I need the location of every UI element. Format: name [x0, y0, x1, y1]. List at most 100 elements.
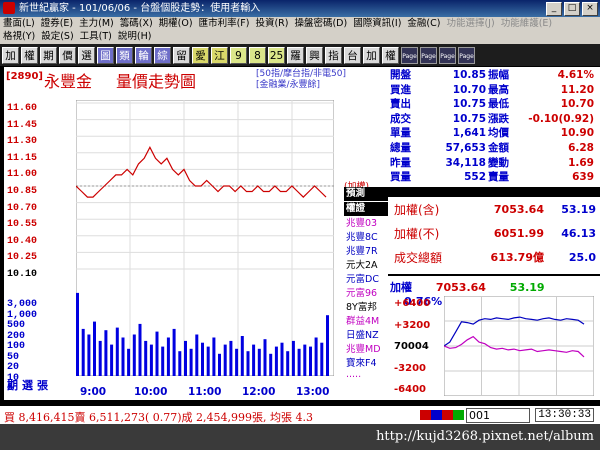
mini-tick: +6400: [394, 298, 431, 309]
broker-item[interactable]: 兆豐7R: [344, 245, 388, 259]
price-tick: 10.25: [7, 252, 38, 264]
page-icon-4[interactable]: Page: [458, 46, 475, 64]
page-icon-2[interactable]: Page: [420, 46, 437, 64]
volume-bar: [257, 348, 261, 376]
price-tick: 11.45: [7, 119, 38, 131]
toolbar-button[interactable]: 江: [211, 46, 228, 64]
page-icon-3[interactable]: Page: [439, 46, 456, 64]
toolbar-button[interactable]: 輪: [135, 46, 152, 64]
maximize-button[interactable]: □: [564, 2, 580, 16]
mini-label: 加權: [390, 281, 412, 294]
broker-item[interactable]: 元富DC: [344, 273, 388, 287]
quote-l1: 買量: [390, 171, 411, 184]
quote-v2: 639: [572, 171, 594, 184]
toolbar: 加權期價選圖類輪綜留愛江 9 8 25 羅興指台加權 Page Page Page Page: [0, 44, 600, 66]
toolbar-button[interactable]: 加: [363, 46, 380, 64]
volume-bar: [132, 334, 136, 376]
menu-item[interactable]: 金融(C): [404, 17, 443, 30]
menu-item[interactable]: 格視(Y): [0, 30, 38, 43]
broker-item[interactable]: 群益4M: [344, 315, 388, 329]
broker-item[interactable]: ·····: [344, 371, 388, 385]
price-tick: 10.10: [7, 269, 38, 280]
index-link[interactable]: [50指/摩台指/非電50]: [256, 69, 346, 80]
toolbar-button[interactable]: 加: [2, 46, 19, 64]
volume-bar: [110, 344, 114, 376]
broker-item[interactable]: 8Y富邦: [344, 301, 388, 315]
menu-item[interactable]: 匯市利率(F): [196, 17, 253, 30]
menu-item[interactable]: 說明(H): [115, 30, 155, 43]
toolbar-button[interactable]: 綜: [154, 46, 171, 64]
quote-v2: 10.90: [560, 127, 594, 140]
volume-bar: [297, 348, 301, 376]
toolbar-button[interactable]: 9: [230, 46, 247, 64]
menu-item[interactable]: 期權(O): [156, 17, 196, 30]
time-tick: 9:00: [80, 386, 107, 398]
toolbar-button[interactable]: 25: [268, 46, 285, 64]
index-v2: 53.19: [561, 203, 596, 216]
index-v2: 46.13: [561, 227, 596, 240]
toolbar-button[interactable]: 留: [173, 46, 190, 64]
menu-item[interactable]: 工具(T): [77, 30, 115, 43]
menu-item[interactable]: 投資(R): [252, 17, 291, 30]
broker-item[interactable]: 兆豐03: [344, 217, 388, 231]
toolbar-button[interactable]: 選: [78, 46, 95, 64]
quote-panel: 開盤 10.85 振幅 4.61% 買進 10.70 最高 11.20 賣出 10.75 最低 10.…: [388, 67, 600, 187]
quote-v1: 1,641: [452, 127, 486, 140]
toolbar-button[interactable]: 羅: [287, 46, 304, 64]
minimize-button[interactable]: _: [546, 2, 562, 16]
toolbar-button[interactable]: 權: [21, 46, 38, 64]
volume-bar: [138, 323, 142, 376]
index-mini-chart: 加權 7053.64 53.19 0.76% +6400 +3200 70004 -3…: [388, 276, 600, 400]
menu-item[interactable]: 主力(M): [76, 17, 117, 30]
menu-item[interactable]: 功能選擇(J): [443, 17, 497, 30]
quote-row: 昨量 34,118 變動 1.69: [388, 157, 600, 170]
volume-bar: [235, 348, 239, 376]
menu-item[interactable]: 證券(E): [38, 17, 76, 30]
volume-bar: [178, 351, 182, 376]
volume-bar: [144, 340, 148, 376]
broker-item[interactable]: 兆豐8C: [344, 231, 388, 245]
toolbar-button[interactable]: 8: [249, 46, 266, 64]
index-label: 成交總額: [394, 251, 443, 265]
volume-bar: [172, 328, 176, 376]
quote-v2: 10.70: [560, 98, 594, 111]
menu-item[interactable]: 畫面(L): [0, 17, 38, 30]
close-button[interactable]: ×: [582, 2, 598, 16]
toolbar-button[interactable]: 愛: [192, 46, 209, 64]
broker-item[interactable]: 寶來F4: [344, 357, 388, 371]
index-v2: 25.0: [568, 251, 596, 264]
broker-item[interactable]: 元富96: [344, 287, 388, 301]
menu-item[interactable]: 設定(S): [38, 30, 76, 43]
menu-item[interactable]: 籌碼(X): [117, 17, 156, 30]
toolbar-button[interactable]: 期: [40, 46, 57, 64]
broker-item[interactable]: 權證: [344, 202, 388, 216]
stock-code-input[interactable]: 001: [466, 408, 530, 423]
index-v1: 6051.99: [493, 227, 544, 240]
mini-tick: -6400: [394, 384, 426, 395]
quote-v1: 57,653: [445, 142, 486, 154]
toolbar-button[interactable]: 台: [344, 46, 361, 64]
broker-item[interactable]: 日盛NZ: [344, 329, 388, 343]
broker-item[interactable]: 元大2A: [344, 259, 388, 273]
menu-item[interactable]: 國際資訊(I): [350, 17, 404, 30]
menu-item[interactable]: 功能維護(E): [498, 17, 555, 30]
quote-v1: 10.75: [452, 98, 486, 111]
quote-row: 成交 10.75 漲跌 -0.10(0.92): [388, 113, 600, 126]
toolbar-button[interactable]: 指: [325, 46, 342, 64]
toolbar-button[interactable]: 圖: [97, 46, 114, 64]
toolbar-button[interactable]: 興: [306, 46, 323, 64]
quote-v2: 4.61%: [557, 69, 594, 81]
quote-l2: 漲跌: [488, 112, 509, 125]
page-icon-1[interactable]: Page: [401, 46, 418, 64]
volume-bar: [309, 346, 312, 376]
volume-bar: [81, 328, 85, 376]
mini-plot-area: [444, 296, 594, 396]
menu-item[interactable]: 操盤密碼(D): [291, 17, 350, 30]
price-tick: 10.40: [7, 235, 38, 247]
toolbar-button[interactable]: 類: [116, 46, 133, 64]
industry-link[interactable]: [金融業/永豐餘]: [256, 80, 346, 91]
broker-item[interactable]: 預測: [344, 187, 388, 201]
toolbar-button[interactable]: 價: [59, 46, 76, 64]
broker-item[interactable]: 兆豐MD: [344, 343, 388, 357]
toolbar-button[interactable]: 權: [382, 46, 399, 64]
